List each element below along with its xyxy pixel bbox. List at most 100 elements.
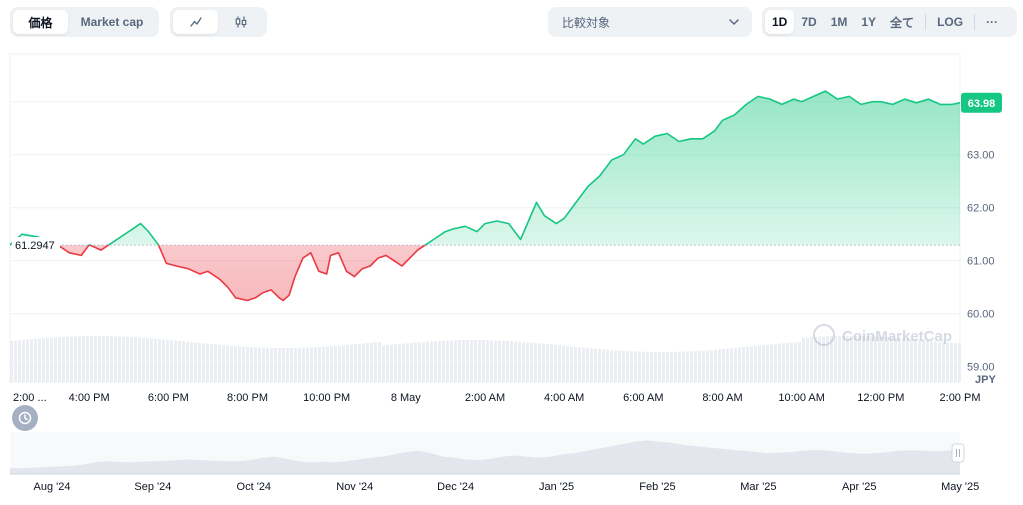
volume-bar xyxy=(174,340,177,382)
reference-label: 61.2947 xyxy=(15,240,55,252)
volume-bar xyxy=(798,341,801,382)
volume-bar xyxy=(142,337,145,382)
volume-bar xyxy=(170,340,173,382)
candlestick-chart-button[interactable] xyxy=(218,10,263,34)
volume-bar xyxy=(30,339,33,382)
volume-bar xyxy=(662,351,665,382)
time-range-toggle: 1D 7D 1M 1Y 全て LOG ··· xyxy=(762,7,1017,37)
volume-bar xyxy=(78,336,81,382)
range-1d[interactable]: 1D xyxy=(765,10,795,34)
volume-bar xyxy=(802,337,805,382)
volume-bar xyxy=(522,342,525,382)
volume-bar xyxy=(586,348,589,382)
more-options-button[interactable]: ··· xyxy=(979,10,1005,34)
market-cap-tab[interactable]: Market cap xyxy=(68,10,156,34)
volume-bar xyxy=(262,347,265,382)
volume-bar xyxy=(186,341,189,382)
volume-bar xyxy=(926,340,929,382)
volume-bar xyxy=(114,336,117,382)
volume-bar xyxy=(642,351,645,382)
volume-bar xyxy=(42,338,45,382)
volume-bar xyxy=(422,341,425,382)
volume-bar xyxy=(286,347,289,382)
volume-bar xyxy=(158,339,161,382)
volume-bar xyxy=(638,351,641,382)
navigator-tick-label: Aug '24 xyxy=(34,481,71,493)
volume-bar xyxy=(434,341,437,382)
volume-bar xyxy=(678,351,681,382)
compare-dropdown[interactable]: 比較対象 xyxy=(548,7,752,37)
volume-bar xyxy=(502,340,505,382)
volume-bar xyxy=(414,342,417,382)
volume-bar xyxy=(382,345,385,382)
volume-bar xyxy=(402,343,405,382)
volume-bar xyxy=(718,349,721,382)
volume-bar xyxy=(334,345,337,382)
volume-bar xyxy=(230,345,233,382)
volume-bar xyxy=(906,338,909,382)
volume-bar xyxy=(526,342,529,382)
volume-bar xyxy=(234,346,237,382)
volume-bar xyxy=(82,336,85,382)
volume-bar xyxy=(762,345,765,382)
volume-bar xyxy=(202,343,205,382)
volume-bar xyxy=(786,342,789,382)
volume-bar xyxy=(250,347,253,382)
volume-bar xyxy=(534,342,537,382)
volume-bar xyxy=(138,337,141,382)
volume-bar xyxy=(934,341,937,382)
volume-bar xyxy=(698,350,701,382)
volume-bar xyxy=(178,340,181,382)
volume-bar xyxy=(358,343,361,382)
price-chart[interactable]: 59.00 60.00 61.00 62.00 63.00 61.2947 63.98 Coi… xyxy=(0,50,1023,405)
navigator-tick-label: Sep '24 xyxy=(134,481,171,493)
volume-bar xyxy=(750,346,753,382)
volume-bar xyxy=(302,347,305,382)
volume-bar xyxy=(330,346,333,382)
range-1m[interactable]: 1M xyxy=(824,10,855,34)
volume-bar xyxy=(338,345,341,382)
volume-bar xyxy=(54,337,57,382)
volume-bar xyxy=(154,338,157,382)
y-tick-label: 61.00 xyxy=(967,256,995,268)
volume-bar xyxy=(790,342,793,382)
x-tick-label: 6:00 AM xyxy=(623,392,663,404)
log-scale-button[interactable]: LOG xyxy=(930,10,970,34)
range-1y[interactable]: 1Y xyxy=(854,10,883,34)
volume-bar xyxy=(50,337,53,382)
volume-bar xyxy=(838,336,841,382)
volume-bar xyxy=(794,342,797,382)
volume-bar xyxy=(218,344,221,382)
volume-bar xyxy=(630,351,633,382)
volume-bar xyxy=(782,343,785,382)
navigator-chart[interactable]: Aug '24 Sep '24 Oct '24 Nov '24 Dec '24 Jan '… xyxy=(0,428,1023,505)
x-tick-label: 12:00 PM xyxy=(857,392,904,404)
volume-bar xyxy=(406,343,409,382)
chart-type-toggle: 価格 Market cap xyxy=(10,7,159,37)
volume-bar xyxy=(954,343,957,382)
line-chart-button[interactable] xyxy=(173,10,218,34)
range-7d[interactable]: 7D xyxy=(794,10,823,34)
volume-bar xyxy=(146,338,149,382)
range-all[interactable]: 全て xyxy=(883,10,921,34)
volume-bar xyxy=(66,336,69,382)
price-tab[interactable]: 価格 xyxy=(13,10,68,34)
volume-bar xyxy=(346,344,349,382)
compare-label: 比較対象 xyxy=(562,15,611,30)
volume-bar xyxy=(746,346,749,382)
current-price-label: 63.98 xyxy=(968,98,996,110)
volume-bar xyxy=(670,351,673,382)
volume-bar xyxy=(690,351,693,382)
chevron-down-icon xyxy=(729,19,739,25)
volume-bar xyxy=(922,339,925,382)
volume-bar xyxy=(950,342,953,382)
volume-bar xyxy=(574,346,577,382)
x-tick-label: 2:00 AM xyxy=(465,392,505,404)
candlestick-icon xyxy=(235,16,246,28)
volume-bar xyxy=(318,346,321,382)
volume-bar xyxy=(810,337,813,382)
volume-bar xyxy=(590,348,593,382)
volume-bar xyxy=(362,343,365,382)
volume-bar xyxy=(210,344,213,382)
volume-bar xyxy=(490,340,493,382)
